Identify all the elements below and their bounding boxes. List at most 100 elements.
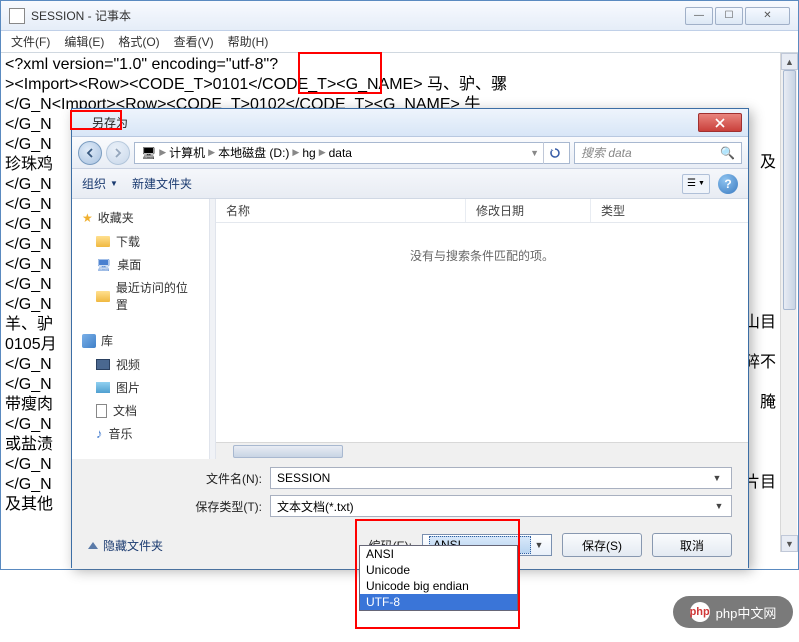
scroll-up-button[interactable]: ▲	[781, 53, 798, 70]
close-icon	[715, 118, 725, 128]
breadcrumb[interactable]: 🖥 ▶ 计算机 ▶ 本地磁盘 (D:) ▶ hg ▶ data ▼	[134, 142, 570, 164]
window-buttons: — ☐ ✕	[685, 7, 790, 25]
text-fragment: 腌	[760, 393, 776, 413]
scroll-thumb[interactable]	[233, 445, 343, 458]
text-fragment: 及	[760, 153, 776, 173]
encoding-option-utf8[interactable]: UTF-8	[360, 594, 517, 610]
notepad-titlebar: SESSION - 记事本 — ☐ ✕	[1, 1, 798, 31]
chevron-right-icon: ▶	[291, 147, 300, 158]
sidebar-item-downloads[interactable]: 下载	[72, 230, 209, 253]
sidebar-item-videos[interactable]: 视频	[72, 353, 209, 376]
column-name[interactable]: 名称	[216, 199, 466, 222]
menu-view[interactable]: 查看(V)	[168, 31, 220, 52]
arrow-left-icon	[85, 148, 95, 158]
save-button[interactable]: 保存(S)	[562, 533, 642, 557]
encoding-dropdown-list: ANSI Unicode Unicode big endian UTF-8	[359, 545, 518, 611]
music-icon: ♪	[96, 426, 103, 441]
filetype-combo[interactable]: 文本文档(*.txt) ▼	[270, 495, 732, 517]
chevron-right-icon: ▶	[158, 147, 167, 158]
breadcrumb-segment[interactable]: 本地磁盘 (D:)	[216, 144, 291, 161]
encoding-option-ansi[interactable]: ANSI	[360, 546, 517, 562]
text-line: ><Import><Row><CODE_T>0101</CODE_T><G_NA…	[5, 75, 794, 95]
breadcrumb-segment[interactable]: hg	[300, 146, 317, 160]
hide-folders-toggle[interactable]: 隐藏文件夹	[88, 537, 163, 554]
sidebar-group-favorites[interactable]: ★ 收藏夹	[72, 205, 209, 230]
refresh-button[interactable]	[543, 142, 565, 164]
document-icon	[96, 404, 107, 418]
search-icon: 🔍	[720, 146, 735, 160]
notepad-title: SESSION - 记事本	[31, 7, 685, 24]
breadcrumb-computer-icon[interactable]: 🖥	[139, 146, 158, 160]
navigation-bar: 🖥 ▶ 计算机 ▶ 本地磁盘 (D:) ▶ hg ▶ data ▼ 搜索 dat…	[72, 137, 748, 169]
horizontal-scrollbar[interactable]	[216, 442, 748, 459]
navigation-sidebar: ★ 收藏夹 下载 🖥 桌面 最近访问的位置 库 视频	[72, 199, 210, 459]
file-list: 名称 修改日期 类型 没有与搜索条件匹配的项。	[216, 199, 748, 459]
sidebar-item-documents[interactable]: 文档	[72, 399, 209, 422]
empty-message: 没有与搜索条件匹配的项。	[216, 223, 748, 442]
desktop-icon: 🖥	[96, 258, 111, 272]
scroll-thumb[interactable]	[783, 70, 796, 310]
search-input[interactable]: 搜索 data 🔍	[574, 142, 742, 164]
filetype-label: 保存类型(T):	[182, 498, 262, 515]
sidebar-item-music[interactable]: ♪ 音乐	[72, 422, 209, 445]
saveas-title: 另存为	[78, 114, 698, 131]
chevron-down-icon[interactable]: ▼	[711, 501, 727, 511]
dialog-toolbar: 组织 ▼ 新建文件夹 ☰ ▼ ?	[72, 169, 748, 199]
dialog-body: ★ 收藏夹 下载 🖥 桌面 最近访问的位置 库 视频	[72, 199, 748, 459]
arrow-right-icon	[113, 148, 123, 158]
text-line: <?xml version="1.0" encoding="utf-8"?	[5, 55, 794, 75]
new-folder-button[interactable]: 新建文件夹	[132, 175, 192, 192]
cancel-button[interactable]: 取消	[652, 533, 732, 557]
library-icon	[82, 334, 96, 348]
list-view-icon: ☰	[687, 178, 696, 189]
chevron-down-icon: ▼	[698, 180, 705, 187]
column-date[interactable]: 修改日期	[466, 199, 591, 222]
help-button[interactable]: ?	[718, 174, 738, 194]
encoding-option-unicode[interactable]: Unicode	[360, 562, 517, 578]
folder-icon	[96, 236, 110, 247]
breadcrumb-dropdown-arrow[interactable]: ▼	[526, 148, 543, 158]
filename-label: 文件名(N):	[182, 470, 262, 487]
menu-file[interactable]: 文件(F)	[5, 31, 56, 52]
caret-up-icon	[88, 542, 98, 549]
chevron-down-icon[interactable]: ▼	[709, 473, 725, 483]
chevron-right-icon: ▶	[207, 147, 216, 158]
sidebar-item-pictures[interactable]: 图片	[72, 376, 209, 399]
php-logo-icon: php	[690, 602, 710, 622]
breadcrumb-segment[interactable]: data	[327, 146, 354, 160]
filename-input[interactable]: SESSION ▼	[270, 467, 732, 489]
notepad-app-icon	[9, 8, 25, 24]
scroll-down-button[interactable]: ▼	[781, 535, 798, 552]
notepad-menubar: 文件(F) 编辑(E) 格式(O) 查看(V) 帮助(H)	[1, 31, 798, 53]
minimize-button[interactable]: —	[685, 7, 713, 25]
chevron-down-icon[interactable]: ▼	[531, 540, 547, 550]
encoding-option-unicode-be[interactable]: Unicode big endian	[360, 578, 517, 594]
nav-forward-button[interactable]	[106, 141, 130, 165]
folder-icon	[96, 291, 110, 302]
menu-edit[interactable]: 编辑(E)	[58, 31, 110, 52]
sidebar-group-libraries[interactable]: 库	[72, 328, 209, 353]
organize-menu[interactable]: 组织 ▼	[82, 175, 118, 192]
column-type[interactable]: 类型	[591, 199, 748, 222]
maximize-button[interactable]: ☐	[715, 7, 743, 25]
saveas-titlebar: 另存为	[72, 109, 748, 137]
close-button[interactable]: ✕	[745, 7, 790, 25]
view-mode-button[interactable]: ☰ ▼	[682, 174, 710, 194]
save-as-dialog: 另存为 🖥 ▶ 计算机 ▶ 本地磁盘 (D:) ▶ hg ▶ data ▼	[71, 108, 749, 568]
file-fields: 文件名(N): SESSION ▼ 保存类型(T): 文本文档(*.txt) ▼	[72, 459, 748, 527]
refresh-icon	[549, 147, 561, 159]
menu-help[interactable]: 帮助(H)	[222, 31, 275, 52]
file-list-header: 名称 修改日期 类型	[216, 199, 748, 223]
nav-back-button[interactable]	[78, 141, 102, 165]
star-icon: ★	[82, 211, 93, 225]
sidebar-item-recent[interactable]: 最近访问的位置	[72, 276, 209, 316]
sidebar-item-desktop[interactable]: 🖥 桌面	[72, 253, 209, 276]
dialog-close-button[interactable]	[698, 113, 742, 132]
chevron-down-icon: ▼	[110, 179, 118, 188]
watermark-badge: php php中文网	[673, 596, 793, 628]
chevron-right-icon: ▶	[318, 147, 327, 158]
vertical-scrollbar[interactable]: ▲ ▼	[780, 53, 797, 552]
search-placeholder: 搜索 data	[581, 144, 632, 161]
menu-format[interactable]: 格式(O)	[112, 31, 165, 52]
breadcrumb-segment[interactable]: 计算机	[167, 144, 207, 161]
